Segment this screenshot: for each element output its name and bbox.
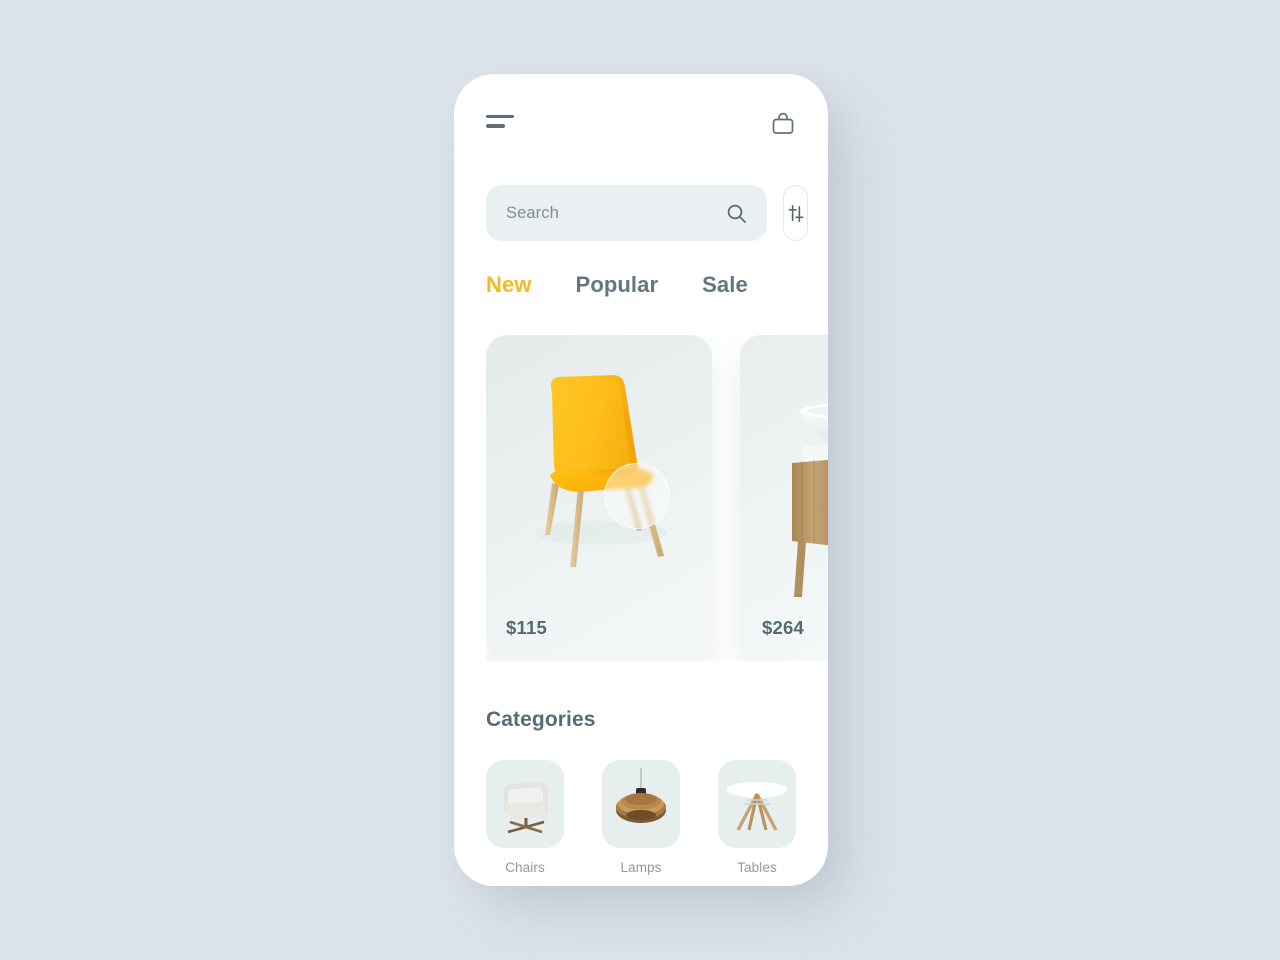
magnifier-icon[interactable] [726,203,747,224]
tab-popular[interactable]: Popular [576,272,659,298]
product-price: $115 [506,617,547,638]
search-field[interactable] [486,185,767,241]
category-tabs: New Popular Sale [486,272,748,298]
category-item-chairs[interactable]: Chairs [486,760,564,875]
phone-frame: New Popular Sale [454,74,828,886]
product-card[interactable]: $115 [486,335,712,661]
wooden-vanity-sink-image [740,335,828,661]
sliders-filter-icon[interactable] [783,185,808,241]
category-item-tables[interactable]: Tables [718,760,796,875]
app-screen: New Popular Sale [454,74,828,886]
shopping-bag-icon[interactable] [770,111,796,137]
hamburger-menu-icon[interactable] [486,115,514,133]
category-label: Tables [737,860,777,875]
pendant-lamp-thumbnail [602,760,680,848]
tab-new[interactable]: New [486,272,532,298]
round-table-thumbnail [718,760,796,848]
search-row [486,185,808,241]
category-item-lamps[interactable]: Lamps [602,760,680,875]
categories-row: Chairs Lamps Tables [486,760,828,875]
add-button-circle[interactable] [604,463,670,529]
product-card[interactable]: $264 [740,335,828,661]
search-input[interactable] [506,203,726,223]
page-background: New Popular Sale [0,0,1280,960]
product-carousel[interactable]: $115 $264 [486,335,828,661]
categories-heading: Categories [486,708,596,731]
category-label: Chairs [505,860,545,875]
product-price: $264 [762,617,804,638]
category-label: Lamps [620,860,662,875]
top-bar [454,74,828,174]
tab-sale[interactable]: Sale [702,272,748,298]
armchair-thumbnail [486,760,564,848]
yellow-chair-image [486,335,712,661]
